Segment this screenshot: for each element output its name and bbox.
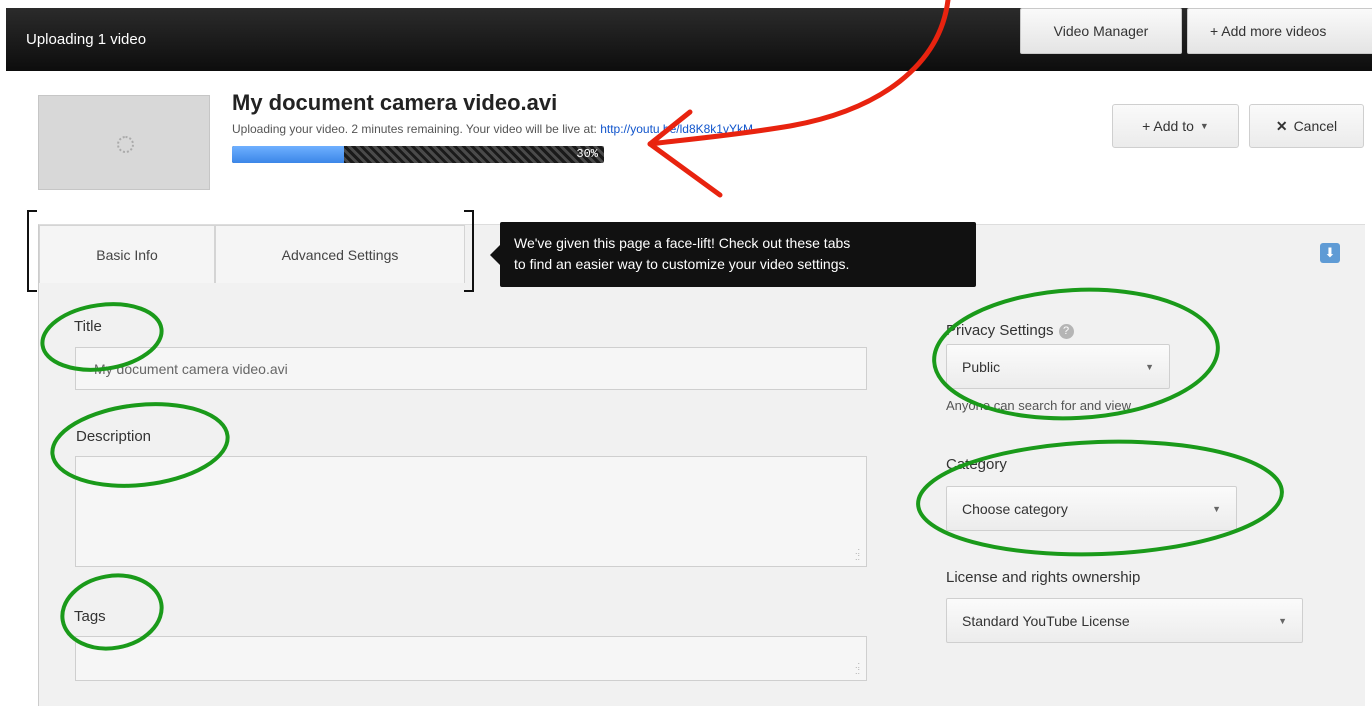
header-title: Uploading 1 video	[26, 31, 147, 48]
close-icon: ✕	[1275, 117, 1288, 134]
video-url-link[interactable]: http://youtu.be/ld8K8k1vYkM	[600, 122, 753, 136]
tab-basic-info[interactable]: Basic Info	[39, 225, 215, 283]
resize-handle-icon[interactable]: .:.:	[855, 661, 860, 676]
add-to-button[interactable]: + Add to ▼	[1112, 104, 1239, 148]
description-textarea[interactable]: .:.:	[75, 456, 867, 567]
category-label: Category	[946, 456, 1007, 473]
privacy-select-value: Public	[962, 358, 1001, 375]
chevron-down-icon: ▼	[1212, 503, 1221, 514]
category-select[interactable]: Choose category ▼	[946, 486, 1237, 531]
privacy-note: Anyone can search for and view	[946, 398, 1131, 413]
privacy-settings-label: Privacy Settings?	[946, 322, 1074, 339]
privacy-settings-text: Privacy Settings	[946, 322, 1054, 339]
license-label: License and rights ownership	[946, 569, 1141, 586]
tooltip-line-2: to find an easier way to customize your …	[514, 256, 850, 272]
video-title: My document camera video.avi	[232, 90, 558, 115]
chevron-down-icon: ▼	[1145, 361, 1154, 372]
resize-handle-icon[interactable]: .:.:	[855, 547, 860, 562]
video-thumbnail	[38, 95, 210, 190]
loading-spinner-icon	[117, 136, 134, 153]
tab-bracket-right	[464, 210, 474, 292]
tooltip-line-1: We've given this page a face-lift! Check…	[514, 235, 851, 251]
tooltip-arrow	[490, 245, 500, 265]
upload-status-message: Uploading your video. 2 minutes remainin…	[232, 122, 601, 136]
privacy-select[interactable]: Public ▼	[946, 344, 1170, 389]
cancel-label: Cancel	[1293, 118, 1338, 134]
tags-label: Tags	[74, 608, 106, 625]
title-input[interactable]: My document camera video.avi	[75, 347, 867, 390]
chevron-down-icon: ▼	[1278, 615, 1287, 626]
license-select[interactable]: Standard YouTube License ▼	[946, 598, 1303, 643]
add-more-videos-button[interactable]: + Add more videos	[1187, 8, 1372, 54]
progress-percent-label: 30%	[576, 147, 598, 161]
video-manager-button[interactable]: Video Manager	[1020, 8, 1182, 54]
face-lift-tooltip: We've given this page a face-lift! Check…	[490, 222, 976, 287]
title-label: Title	[74, 318, 102, 335]
description-label: Description	[76, 428, 152, 445]
add-to-label: + Add to	[1142, 118, 1194, 134]
download-icon[interactable]: ⬇	[1320, 243, 1340, 263]
upload-progress-bar: 30%	[232, 146, 604, 163]
help-icon[interactable]: ?	[1058, 324, 1074, 339]
tab-advanced-settings[interactable]: Advanced Settings	[215, 225, 465, 283]
chevron-down-icon: ▼	[1199, 121, 1209, 131]
upload-status-text: Uploading your video. 2 minutes remainin…	[232, 122, 753, 136]
tab-bracket-left	[27, 210, 37, 292]
license-select-value: Standard YouTube License	[962, 612, 1130, 629]
progress-fill	[232, 146, 344, 163]
cancel-upload-button[interactable]: ✕ Cancel	[1249, 104, 1364, 148]
category-select-value: Choose category	[962, 500, 1068, 517]
tags-input[interactable]: .:.:	[75, 636, 867, 681]
